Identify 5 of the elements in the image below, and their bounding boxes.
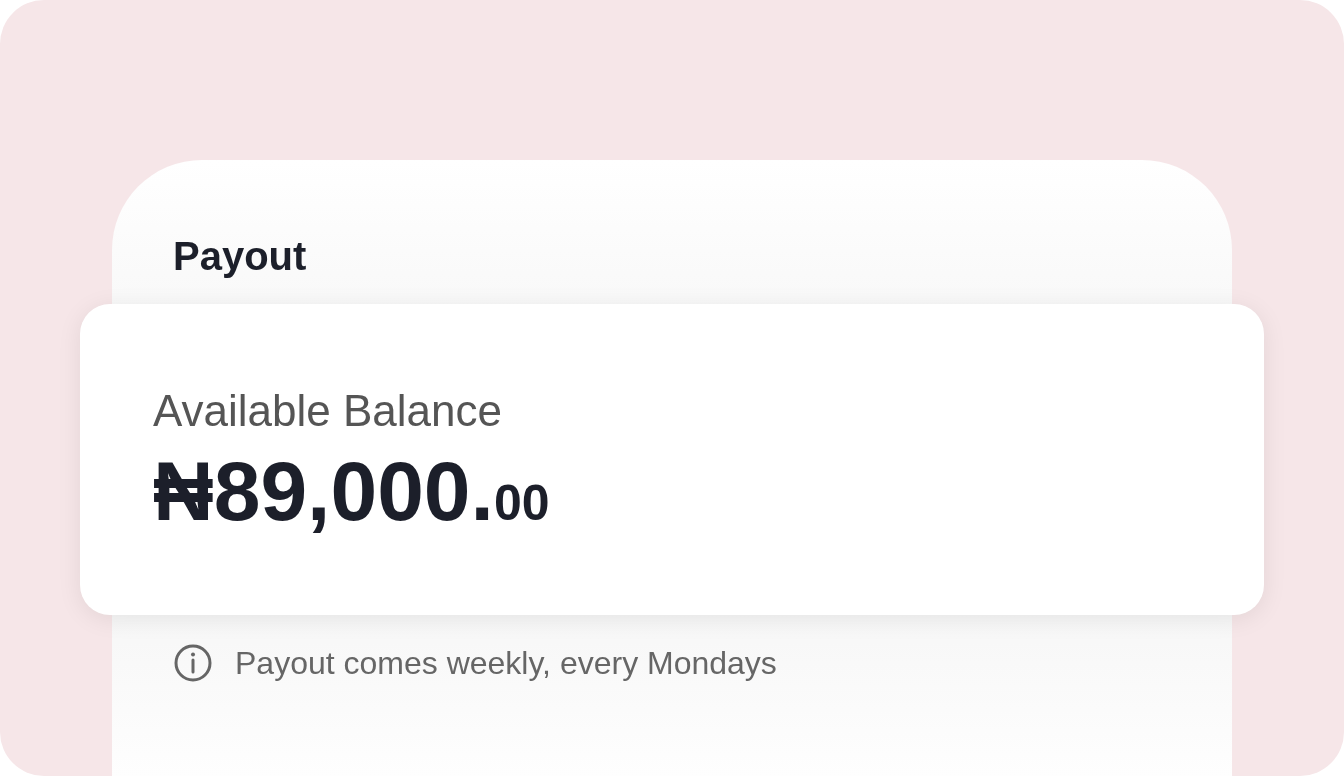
panel-title: Payout: [173, 233, 308, 280]
balance-label: Available Balance: [153, 385, 503, 437]
payout-note: Payout comes weekly, every Mondays: [235, 644, 777, 683]
info-icon: [173, 643, 213, 683]
balance-amount: ₦89,000.00: [153, 446, 550, 540]
